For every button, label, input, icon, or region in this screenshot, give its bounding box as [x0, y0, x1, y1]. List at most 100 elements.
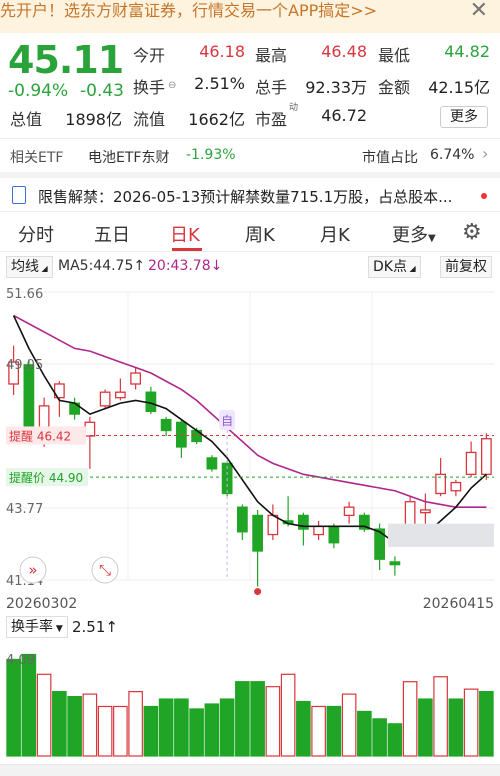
etf-name[interactable]: 电池ETF东财 — [88, 147, 169, 167]
ma-mode-select[interactable]: 均线 ◢ — [6, 256, 53, 278]
current-price: 45.11 — [8, 38, 124, 82]
field-label: 最高 — [255, 46, 288, 65]
turnover-bar — [6, 658, 21, 757]
tab-five-day[interactable]: 五日 — [94, 221, 130, 247]
turnover-bar — [174, 698, 189, 757]
turnover-bar — [143, 705, 159, 757]
close-icon[interactable]: ✕ — [470, 0, 488, 23]
candle-body[interactable] — [465, 451, 477, 475]
turnover-bar — [326, 705, 342, 757]
settings-gear-icon[interactable]: ⚙ — [462, 220, 482, 245]
candle-body[interactable] — [23, 364, 35, 434]
alert-label: 提醒价 44.90 — [9, 470, 83, 485]
pe-superscript: 动 — [289, 103, 299, 113]
turnover-bar — [372, 718, 387, 757]
tab-intraday[interactable]: 分时 — [18, 221, 54, 247]
field-value: 46.72 — [321, 106, 367, 125]
turnover-bar — [219, 698, 235, 757]
y-axis-label: 51.66 — [6, 287, 43, 302]
banner-text[interactable]: 先开户！选东方财富证券，行情交易一个APP搞定>> — [0, 0, 377, 21]
period-tabs: 分时 五日 日K 周K 月K 更多▼ ⚙ — [0, 214, 500, 252]
turnover-bar — [113, 705, 128, 757]
candle-body[interactable] — [130, 372, 142, 385]
candlestick-chart[interactable]: 51.6649.0546.4243.7741.14202603022026041… — [0, 282, 500, 612]
unread-dot-icon — [481, 193, 487, 199]
turnover-bar — [479, 691, 494, 757]
double-chevron-icon: » — [28, 561, 37, 579]
candle-body[interactable] — [267, 514, 279, 536]
support-band — [388, 523, 494, 547]
turnover-bar — [433, 676, 448, 757]
bottom-bar — [0, 764, 500, 776]
candle-body[interactable] — [389, 561, 401, 566]
turnover-bar — [387, 723, 403, 757]
candle-body[interactable] — [480, 438, 492, 475]
change-amount: -0.43 — [80, 81, 124, 101]
field-value: 46.18 — [199, 42, 245, 61]
ma-bar: 均线 ◢ MA5:44.75↑ 20:43.78↓ DK点 ◢ 前复权 — [0, 256, 500, 280]
x-axis-start-label: 20260302 — [6, 596, 77, 612]
turnover-bar — [341, 693, 357, 757]
candle-body[interactable] — [84, 421, 96, 437]
turnover-bar — [265, 686, 281, 757]
field-label: 市盈 — [255, 110, 288, 129]
candle-body[interactable] — [313, 525, 325, 536]
turnover-bar — [128, 691, 143, 757]
adjust-mode-button[interactable]: 前复权 — [440, 256, 492, 278]
field-label: 今开 — [133, 46, 166, 65]
etf-row[interactable]: 相关ETF 电池ETF东财 -1.93% 市值占比 6.74% › — [0, 138, 500, 172]
field-label: 最低 — [378, 46, 411, 65]
field-value: 46.48 — [321, 42, 367, 61]
y-axis-label: 43.77 — [6, 502, 43, 517]
field-label: 金额 — [378, 78, 411, 97]
turnover-bar — [158, 698, 174, 757]
low-point-marker — [254, 588, 262, 596]
turnover-bar — [463, 688, 479, 757]
tab-weekly-k[interactable]: 周K — [245, 221, 275, 247]
candle-body[interactable] — [236, 506, 248, 533]
tab-more[interactable]: 更多▼ — [392, 221, 436, 247]
candle-body[interactable] — [99, 391, 111, 407]
turnover-bar — [250, 681, 265, 757]
candle-body[interactable] — [450, 481, 462, 492]
market-share-value: 6.74% — [430, 147, 475, 163]
turnover-bar — [97, 705, 113, 757]
indicator-select[interactable]: 换手率 ▼ — [6, 616, 68, 638]
turnover-bar — [67, 695, 82, 757]
etf-label: 相关ETF — [10, 150, 64, 166]
lockup-notice[interactable]: 限售解禁：2026-05-13预计解禁数量715.1万股，占总股本... — [0, 172, 500, 212]
turnover-bar — [36, 673, 52, 757]
candle-body[interactable] — [206, 457, 218, 470]
candle-body[interactable] — [114, 391, 126, 399]
dk-point-toggle[interactable]: DK点 ◢ — [368, 256, 421, 278]
candle-body[interactable] — [252, 514, 264, 552]
turnover-bar — [280, 673, 296, 757]
info-icon[interactable]: ⊖ — [168, 80, 176, 91]
turnover-bar — [204, 703, 220, 757]
active-tab-indicator — [172, 248, 202, 251]
more-button[interactable]: 更多 — [440, 106, 488, 128]
turnover-bar — [82, 693, 98, 757]
field-value: 92.33万 — [305, 78, 367, 97]
turnover-bar — [296, 700, 311, 757]
ma5-value: MA5:44.75↑ — [58, 258, 146, 274]
turnover-bar — [52, 691, 67, 757]
tab-monthly-k[interactable]: 月K — [320, 221, 350, 247]
y-axis-label: 49.05 — [6, 358, 43, 373]
tab-daily-k[interactable]: 日K — [170, 221, 200, 247]
caret-down-icon: ▼ — [53, 624, 63, 634]
turnover-bar — [357, 710, 372, 757]
field-value: 44.82 — [444, 42, 490, 61]
candle-body[interactable] — [160, 418, 172, 432]
promo-banner[interactable]: 先开户！选东方财富证券，行情交易一个APP搞定>> ✕ — [0, 0, 500, 33]
notice-text[interactable]: 限售解禁：2026-05-13预计解禁数量715.1万股，占总股本... — [38, 186, 452, 207]
tab-more-label: 更多 — [392, 225, 428, 246]
turnover-chart[interactable]: 4.09 — [0, 644, 500, 760]
ma20-value: 20:43.78↓ — [148, 258, 223, 274]
candle-body[interactable] — [175, 421, 187, 448]
dk-label: DK点 — [373, 259, 407, 275]
x-axis-end-label: 20260415 — [423, 596, 494, 612]
candle-body[interactable] — [328, 525, 340, 544]
candle-body[interactable] — [419, 509, 431, 514]
candle-body[interactable] — [343, 506, 355, 517]
